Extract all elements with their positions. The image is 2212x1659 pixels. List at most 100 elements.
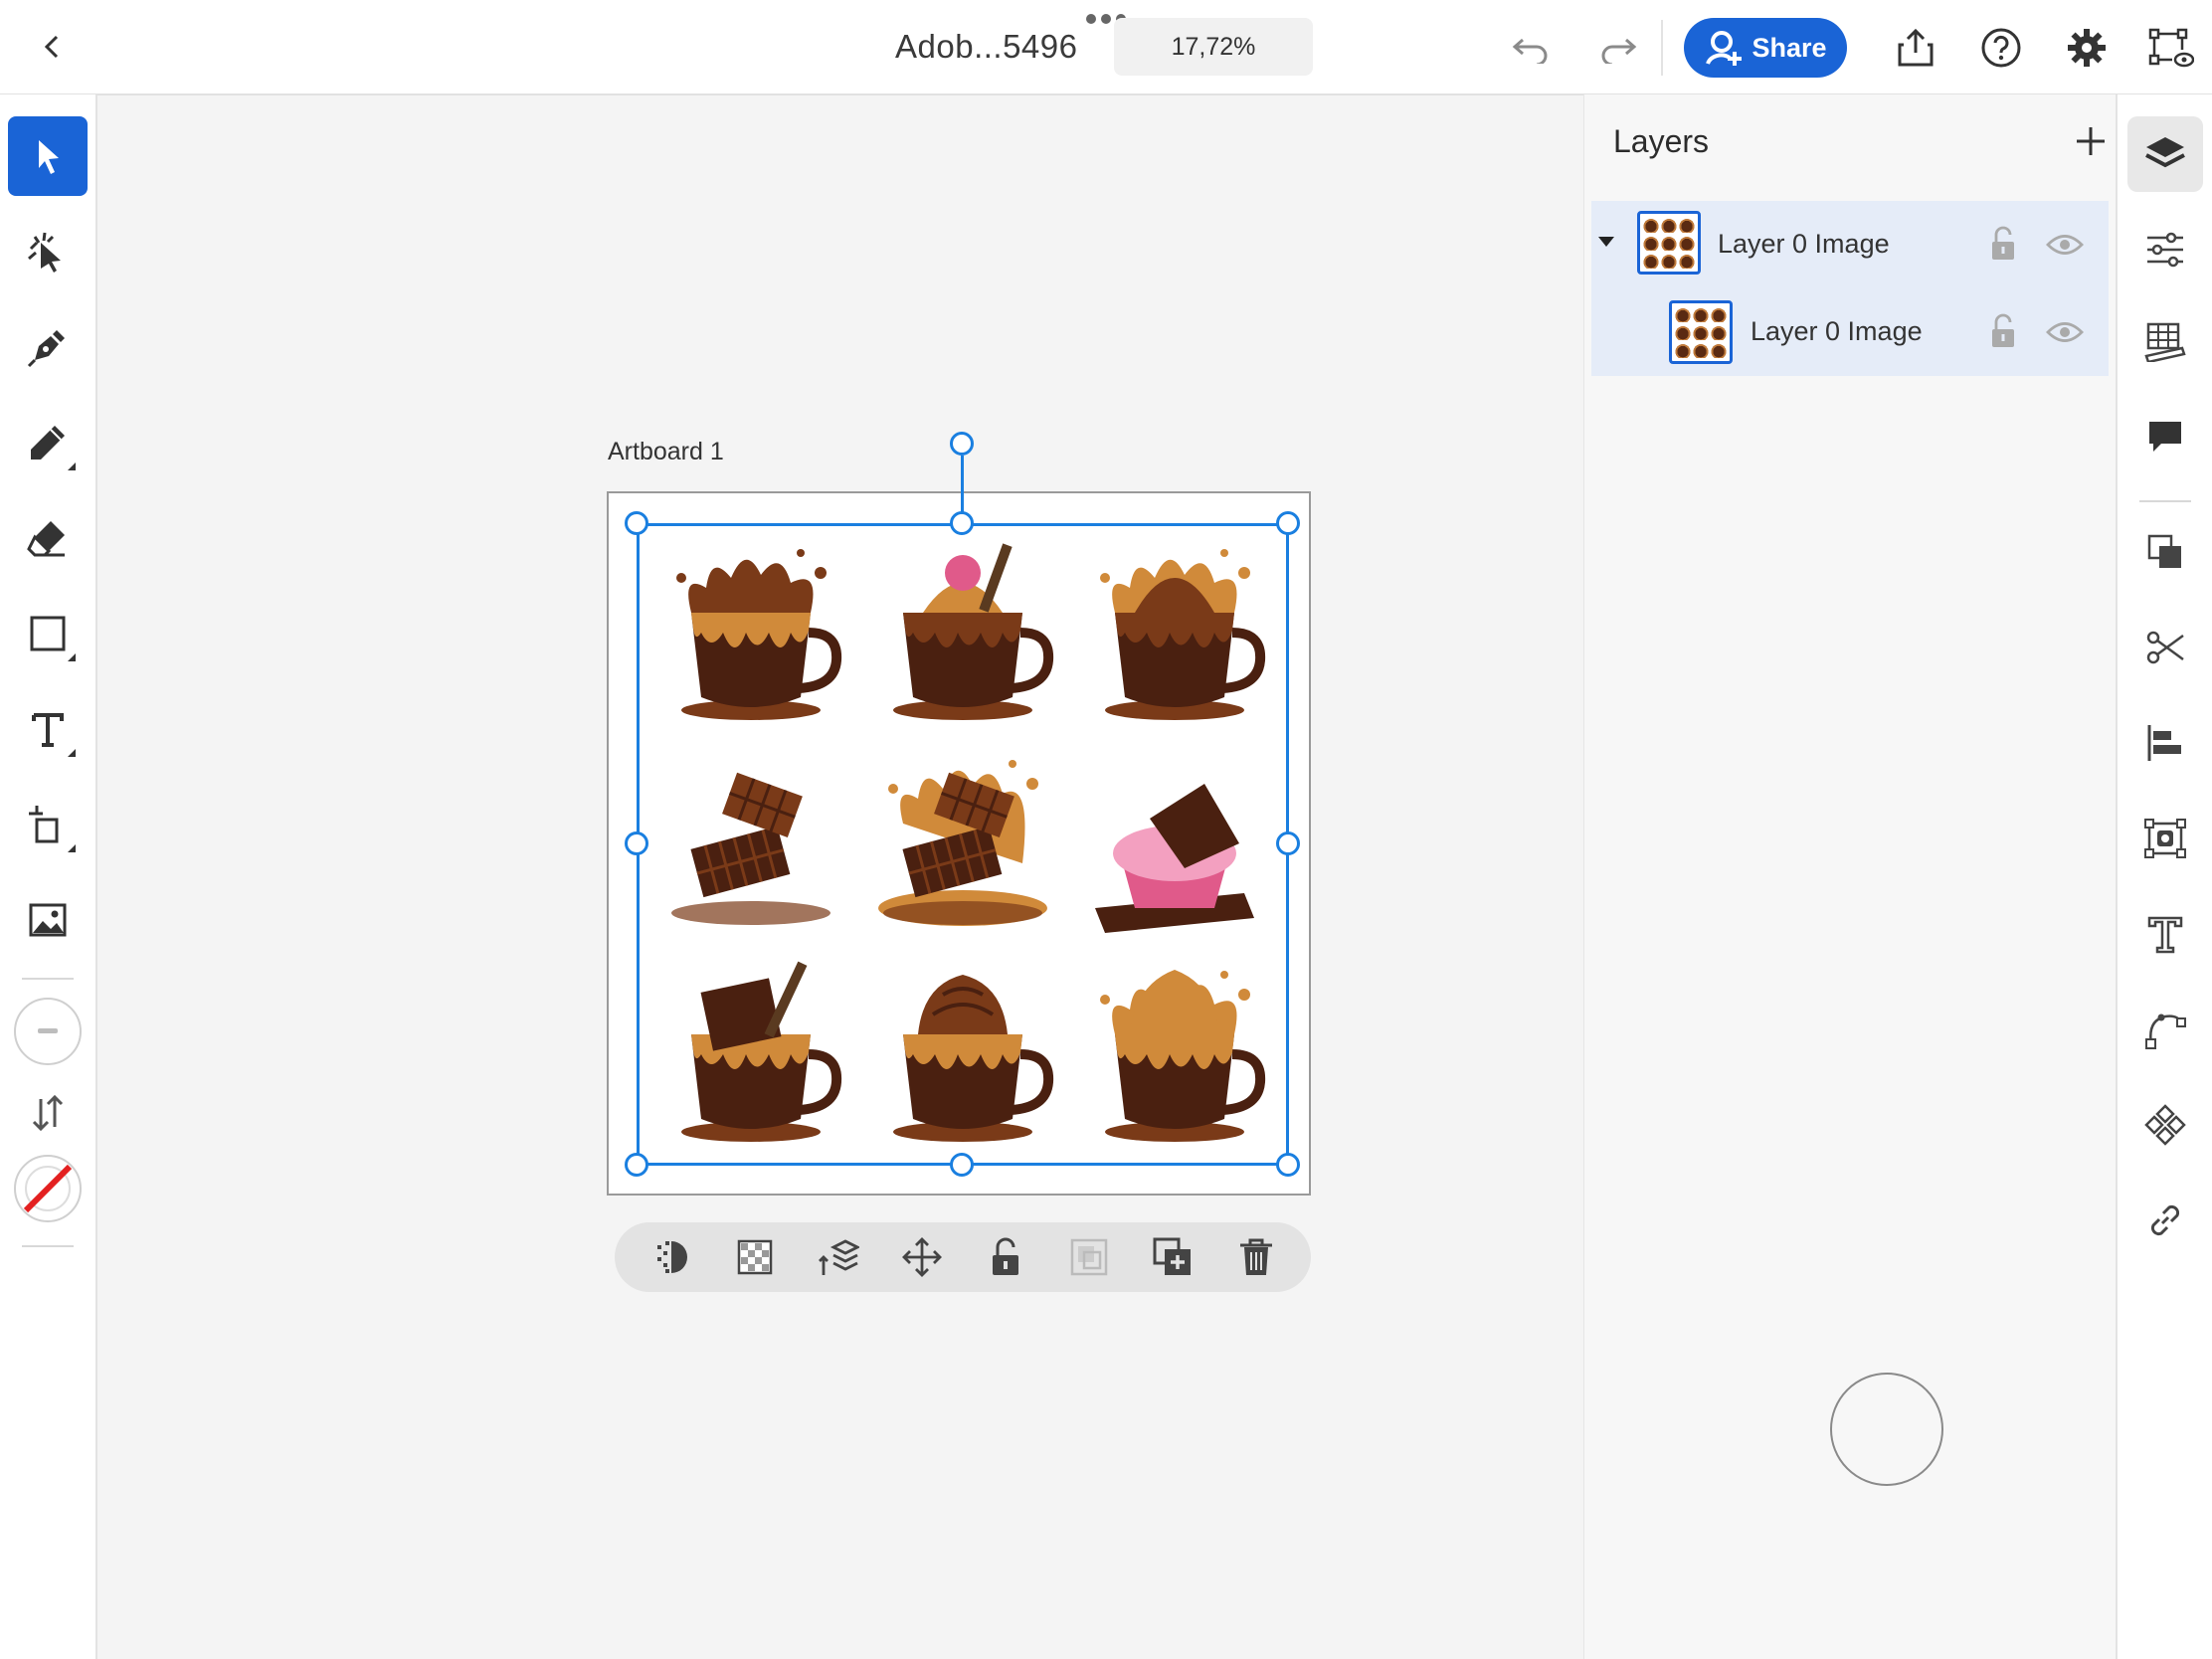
unlock-icon bbox=[1992, 226, 2014, 260]
bezier-path-icon bbox=[2145, 1014, 2186, 1049]
eraser-tool[interactable] bbox=[8, 498, 88, 578]
scissors-icon bbox=[2146, 631, 2184, 664]
rectangle-icon bbox=[30, 616, 66, 651]
left-toolbar bbox=[0, 94, 97, 1659]
divider bbox=[22, 978, 74, 980]
mask-button[interactable] bbox=[646, 1232, 696, 1282]
comment-icon bbox=[2149, 422, 2181, 452]
fill-color-none[interactable] bbox=[8, 1149, 88, 1228]
swap-colors-button[interactable] bbox=[8, 1073, 88, 1153]
layer-lock-toggle[interactable] bbox=[1983, 310, 2023, 352]
opacity-button[interactable] bbox=[730, 1232, 780, 1282]
type-panel-button[interactable] bbox=[2127, 896, 2203, 972]
resize-handle-bottom-right[interactable] bbox=[1276, 1153, 1300, 1177]
pencil-tool[interactable] bbox=[8, 403, 88, 482]
layer-visibility-toggle[interactable] bbox=[2043, 227, 2087, 263]
add-user-icon bbox=[1706, 31, 1743, 66]
add-layer-button[interactable] bbox=[2069, 119, 2113, 163]
smudge-tool[interactable] bbox=[8, 212, 88, 291]
resize-handle-bottom-left[interactable] bbox=[625, 1153, 648, 1177]
sliders-icon bbox=[2147, 232, 2183, 268]
bring-forward-icon bbox=[2147, 534, 2181, 568]
eye-icon bbox=[2046, 235, 2084, 255]
eye-icon bbox=[2046, 322, 2084, 342]
direct-select-icon bbox=[28, 232, 61, 273]
align-button[interactable] bbox=[2127, 705, 2203, 781]
divider bbox=[2139, 500, 2191, 502]
layer-lock-toggle[interactable] bbox=[1983, 223, 2023, 265]
layer-visibility-toggle[interactable] bbox=[2043, 314, 2087, 350]
resize-handle-top[interactable] bbox=[950, 511, 974, 535]
prototype-button[interactable] bbox=[2140, 20, 2200, 76]
back-button[interactable] bbox=[28, 22, 78, 72]
expand-toggle[interactable] bbox=[1593, 229, 1619, 255]
export-button[interactable] bbox=[1888, 20, 1943, 76]
image-tool[interactable] bbox=[8, 880, 88, 960]
arrange-button[interactable] bbox=[814, 1232, 863, 1282]
help-button[interactable] bbox=[1973, 20, 2029, 76]
resize-handle-top-right[interactable] bbox=[1276, 511, 1300, 535]
delete-button[interactable] bbox=[1231, 1232, 1281, 1282]
align-left-icon bbox=[2147, 725, 2181, 761]
help-icon bbox=[1981, 28, 2021, 68]
plus-icon bbox=[2077, 127, 2105, 155]
chevron-left-icon bbox=[44, 35, 59, 59]
stroke-width-control[interactable] bbox=[8, 992, 88, 1071]
comments-button[interactable] bbox=[2127, 399, 2203, 474]
path-button[interactable] bbox=[2127, 992, 2203, 1067]
cut-button[interactable] bbox=[2127, 610, 2203, 685]
type-icon bbox=[2147, 916, 2183, 954]
resize-handle-left[interactable] bbox=[625, 831, 648, 855]
duplicate-button[interactable] bbox=[1148, 1232, 1198, 1282]
text-icon bbox=[32, 713, 64, 747]
crop-tool[interactable] bbox=[8, 785, 88, 864]
undo-button[interactable] bbox=[1504, 22, 1558, 76]
repeat-grid-button[interactable] bbox=[2127, 1087, 2203, 1163]
right-rail bbox=[2116, 94, 2212, 1659]
settings-button[interactable] bbox=[2059, 20, 2115, 76]
minus-circle-icon bbox=[14, 998, 82, 1065]
rotate-handle[interactable] bbox=[950, 432, 974, 456]
share-label: Share bbox=[1751, 32, 1827, 63]
grid-ruler-icon bbox=[2144, 322, 2186, 362]
select-tool[interactable] bbox=[8, 116, 88, 196]
layer-name[interactable]: Layer 0 Image bbox=[1718, 229, 1890, 260]
share-button[interactable]: Share bbox=[1684, 18, 1847, 78]
pen-tool[interactable] bbox=[8, 307, 88, 387]
layer-thumbnail bbox=[1669, 300, 1733, 364]
duplicate-icon bbox=[1153, 1237, 1191, 1275]
resize-handle-bottom[interactable] bbox=[950, 1153, 974, 1177]
move-button[interactable] bbox=[897, 1232, 947, 1282]
unlock-icon bbox=[993, 1237, 1018, 1275]
link-button[interactable] bbox=[2127, 1183, 2203, 1258]
checkerboard-icon bbox=[737, 1239, 773, 1275]
redo-button[interactable] bbox=[1591, 22, 1645, 76]
touch-shortcut-button[interactable] bbox=[1830, 1373, 1943, 1486]
top-bar: Adob...5496 17,72% Share bbox=[0, 0, 2212, 95]
layer-name[interactable]: Layer 0 Image bbox=[1751, 316, 1923, 347]
caret-down-icon bbox=[1598, 237, 1614, 247]
lock-button[interactable] bbox=[981, 1232, 1030, 1282]
divider bbox=[22, 1245, 74, 1247]
resize-handle-top-left[interactable] bbox=[625, 511, 648, 535]
image-icon bbox=[29, 903, 67, 937]
rectangle-tool[interactable] bbox=[8, 594, 88, 673]
pencil-icon bbox=[31, 426, 65, 460]
component-icon bbox=[2144, 1104, 2186, 1146]
unlock-icon bbox=[1992, 313, 2014, 347]
document-title[interactable]: Adob...5496 bbox=[895, 28, 1078, 66]
gear-icon bbox=[2068, 29, 2106, 67]
zoom-level[interactable]: 17,72% bbox=[1114, 18, 1313, 76]
pen-icon bbox=[27, 330, 65, 368]
resize-handle-right[interactable] bbox=[1276, 831, 1300, 855]
auto-fit-button[interactable] bbox=[2127, 801, 2203, 876]
layers-panel-button[interactable] bbox=[2127, 116, 2203, 192]
arrow-cursor-icon bbox=[39, 140, 59, 174]
grids-button[interactable] bbox=[2127, 303, 2203, 379]
mask-icon bbox=[657, 1241, 687, 1273]
artboard-label[interactable]: Artboard 1 bbox=[608, 438, 724, 466]
arrange-panel-button[interactable] bbox=[2127, 514, 2203, 590]
properties-button[interactable] bbox=[2127, 212, 2203, 287]
text-tool[interactable] bbox=[8, 689, 88, 769]
eraser-icon bbox=[27, 521, 65, 557]
